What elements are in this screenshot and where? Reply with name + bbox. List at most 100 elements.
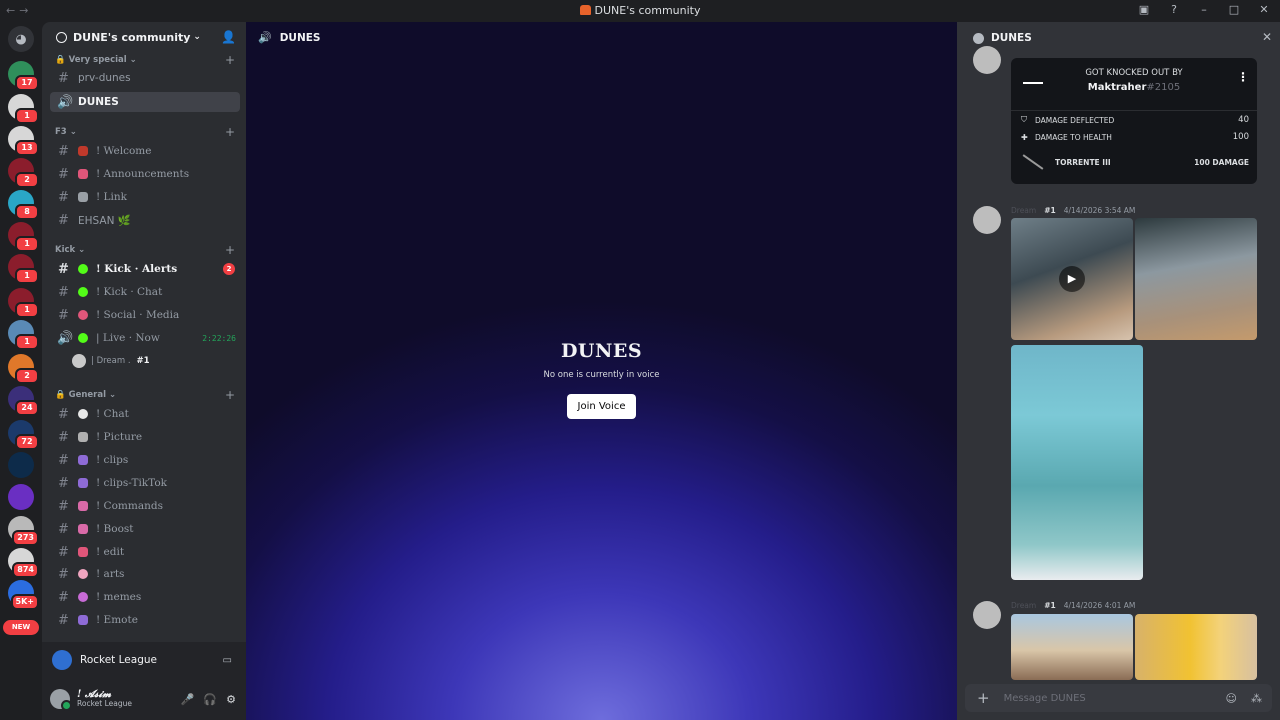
channel-kick-chat[interactable]: #! Kick · Chat: [50, 282, 240, 302]
server-icon[interactable]: 13: [8, 126, 39, 156]
hashtag-icon: #: [58, 429, 69, 445]
knockout-card: GOT KNOCKED OUT BY Maktraher#2105 ⋮ ⛉ DAM…: [1011, 58, 1257, 184]
video-attachment[interactable]: ▶: [1011, 218, 1133, 340]
maximize-button[interactable]: □: [1226, 3, 1242, 16]
hashtag-icon: #: [58, 189, 69, 205]
channel-commands[interactable]: #! Commands: [50, 496, 240, 516]
server-header[interactable]: DUNE's community ⌄ 👤: [42, 22, 246, 52]
weapon-row: TORRENTE III 100 DAMAGE: [1021, 153, 1249, 171]
channel-welcome[interactable]: #! Welcome: [50, 141, 240, 161]
hashtag-icon: #: [58, 589, 69, 605]
server-icon[interactable]: 1: [8, 94, 39, 124]
minimize-button[interactable]: –: [1196, 3, 1212, 16]
channel-emote[interactable]: #! Emote: [50, 610, 240, 630]
megaphone-icon: [78, 169, 88, 179]
emoji-icon[interactable]: ☺: [1226, 692, 1237, 705]
server-icon[interactable]: [8, 452, 34, 478]
server-icon[interactable]: 874: [8, 548, 39, 578]
play-icon[interactable]: ▶: [1059, 266, 1085, 292]
category-f3[interactable]: F3 ⌄ +: [42, 125, 246, 139]
server-icon[interactable]: 72: [8, 420, 39, 450]
join-voice-button[interactable]: Join Voice: [566, 394, 637, 419]
channel-announcements[interactable]: #! Announcements: [50, 164, 240, 184]
image-attachment[interactable]: [1135, 218, 1257, 340]
stream-icon[interactable]: ▭: [223, 655, 232, 666]
new-badge[interactable]: NEW: [3, 620, 39, 635]
server-icon[interactable]: 17: [8, 61, 39, 91]
avatar[interactable]: [973, 206, 1001, 234]
add-channel-icon[interactable]: +: [225, 388, 235, 402]
add-channel-icon[interactable]: +: [225, 53, 235, 67]
emote-icon: [78, 615, 88, 625]
channel-link[interactable]: #! Link: [50, 187, 240, 207]
window-title: DUNE's community: [0, 4, 1280, 17]
user-names[interactable]: ! 𝓐𝓼𝓲𝓶 Rocket League: [77, 689, 132, 708]
channel-ehsan[interactable]: # EHSAN 🌿: [50, 210, 240, 230]
inbox-icon[interactable]: ▣: [1136, 3, 1152, 16]
voice-channel-title: DUNES: [560, 340, 643, 362]
boost-icon: [78, 524, 88, 534]
microphone-icon[interactable]: 🎤: [181, 693, 195, 706]
help-icon[interactable]: ?: [1166, 3, 1182, 16]
server-icon[interactable]: 24: [8, 386, 39, 416]
close-button[interactable]: ✕: [1256, 3, 1272, 16]
server-icon[interactable]: 1: [8, 320, 39, 350]
server-icon[interactable]: 273: [8, 516, 39, 546]
server-icon[interactable]: 1: [8, 288, 39, 318]
close-icon[interactable]: ✕: [1262, 30, 1272, 44]
hashtag-icon: #: [58, 498, 69, 514]
server-icon[interactable]: 1: [8, 254, 39, 284]
speaker-icon: 🔊: [57, 94, 74, 110]
channel-memes[interactable]: #! memes: [50, 587, 240, 607]
kick-icon: [78, 264, 88, 274]
server-icon[interactable]: [8, 484, 34, 510]
category-general[interactable]: 🔒 General ⌄ +: [42, 388, 246, 402]
killer-name: Maktraher#2105: [1087, 82, 1181, 93]
category-very-special[interactable]: 🔒 Very special ⌄ +: [42, 53, 246, 67]
add-channel-icon[interactable]: +: [225, 243, 235, 257]
message-composer[interactable]: + Message DUNES ☺ ⁂: [965, 684, 1272, 712]
server-icon[interactable]: 1: [8, 222, 39, 252]
channel-arts[interactable]: #! arts: [50, 564, 240, 584]
unread-badge: 72: [15, 434, 39, 450]
category-kick[interactable]: Kick ⌄ +: [42, 243, 246, 257]
wave-icon: [78, 146, 88, 156]
channel-clips[interactable]: #! clips: [50, 450, 240, 470]
image-attachment[interactable]: [1011, 614, 1133, 680]
channel-clips-tiktok[interactable]: #! clips-TikTok: [50, 473, 240, 493]
voice-connected-user[interactable]: | Dream . #1: [72, 353, 150, 369]
hashtag-icon: #: [58, 166, 69, 182]
server-icon[interactable]: 5K+: [8, 580, 39, 610]
add-channel-icon[interactable]: +: [225, 125, 235, 139]
channel-edit[interactable]: #! edit: [50, 542, 240, 562]
image-attachment[interactable]: [1011, 345, 1143, 580]
activity-panel[interactable]: Rocket League ▭: [42, 642, 246, 678]
damage-deflected-row: ⛉ DAMAGE DEFLECTED 40: [1021, 115, 1249, 125]
edit-icon: [78, 547, 88, 557]
video-icon: [78, 478, 88, 488]
channel-dunes[interactable]: 🔊 DUNES: [50, 92, 240, 112]
apps-icon[interactable]: ⁂: [1251, 692, 1262, 705]
server-icon[interactable]: 8: [8, 190, 39, 220]
add-attachment-icon[interactable]: +: [977, 689, 990, 707]
server-icon[interactable]: 2: [8, 354, 39, 384]
channel-picture[interactable]: #! Picture: [50, 427, 240, 447]
headphones-icon[interactable]: 🎧: [203, 693, 217, 706]
more-options-icon[interactable]: ⋮: [1237, 70, 1249, 84]
gear-icon[interactable]: ⚙: [226, 693, 236, 706]
discord-home-icon[interactable]: ◕: [8, 26, 34, 52]
channel-prv-dunes[interactable]: # prv-dunes: [50, 68, 240, 88]
avatar[interactable]: [973, 46, 1001, 74]
invite-people-icon[interactable]: 👤: [221, 30, 236, 44]
channel-chat[interactable]: #! Chat: [50, 404, 240, 424]
server-icon[interactable]: 2: [8, 158, 39, 188]
palette-icon: [78, 569, 88, 579]
avatar[interactable]: [50, 689, 72, 711]
channel-live-now[interactable]: 🔊 | Live · Now 2:22:26: [50, 328, 240, 348]
avatar[interactable]: [973, 601, 1001, 629]
channel-kick-alerts[interactable]: #! Kick · Alerts 2: [50, 259, 240, 279]
image-attachment[interactable]: [1135, 614, 1257, 680]
channel-social-media[interactable]: #! Social · Media: [50, 305, 240, 325]
message-input[interactable]: Message DUNES: [1004, 693, 1086, 704]
channel-boost[interactable]: #! Boost: [50, 519, 240, 539]
